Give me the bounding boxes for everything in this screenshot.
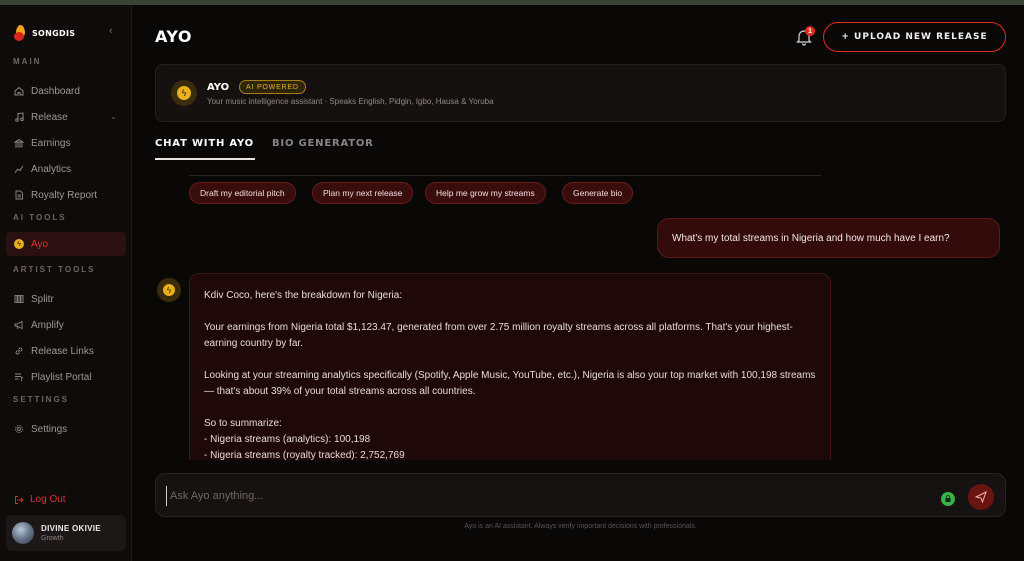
attachment-icon[interactable] bbox=[941, 492, 955, 506]
avatar bbox=[12, 522, 34, 544]
section-label-main: MAIN bbox=[13, 57, 42, 66]
sidebar-item-analytics[interactable]: Analytics bbox=[6, 157, 126, 181]
trend-line-icon bbox=[14, 165, 24, 173]
active-tab-indicator bbox=[155, 158, 255, 160]
message-bullet: - Nigeria streams (analytics): 100,198 bbox=[204, 434, 371, 445]
ai-powered-badge: AI POWERED bbox=[239, 80, 306, 94]
ayo-avatar: ϟ bbox=[171, 80, 197, 106]
sidebar-item-royalty-report[interactable]: Royalty Report bbox=[6, 183, 126, 207]
user-message: What's my total streams in Nigeria and h… bbox=[657, 218, 1000, 258]
sidebar-item-settings[interactable]: Settings bbox=[6, 417, 126, 441]
sidebar-item-label: Release Links bbox=[31, 345, 94, 357]
assistant-description: Your music intelligence assistant · Spea… bbox=[207, 97, 494, 106]
message-paragraph: Your earnings from Nigeria total $1,123.… bbox=[204, 322, 793, 349]
section-label-settings: SETTINGS bbox=[13, 395, 70, 404]
home-icon bbox=[14, 86, 24, 96]
gear-icon bbox=[15, 425, 23, 433]
tab-bio-generator[interactable]: BIO GENERATOR bbox=[272, 138, 374, 149]
sidebar-item-label: Dashboard bbox=[31, 85, 80, 97]
lightning-bolt-icon: ϟ bbox=[177, 86, 191, 100]
assistant-name: AYO bbox=[207, 82, 230, 93]
sidebar-item-label: Royalty Report bbox=[31, 189, 98, 201]
user-profile-card[interactable]: DIVINE OKIVIE Growth bbox=[6, 515, 126, 551]
sidebar-item-label: Playlist Portal bbox=[31, 371, 92, 383]
section-label-artist-tools: ARTIST TOOLS bbox=[13, 265, 96, 274]
suggestion-chip-editorial-pitch[interactable]: Draft my editorial pitch bbox=[189, 182, 296, 204]
tab-chat-with-ayo[interactable]: CHAT WITH AYO bbox=[155, 138, 254, 149]
playlist-icon bbox=[15, 373, 24, 381]
page-title: AYO bbox=[155, 27, 192, 46]
sidebar-item-label: Analytics bbox=[31, 163, 72, 175]
suggestion-chip-plan-release[interactable]: Plan my next release bbox=[312, 182, 414, 204]
sidebar-item-release-links[interactable]: Release Links bbox=[6, 339, 126, 363]
message-bullet: - Nigeria streams (royalty tracked): 2,7… bbox=[204, 450, 405, 460]
sidebar-item-playlist-portal[interactable]: Playlist Portal bbox=[6, 365, 126, 389]
logout-label: Log Out bbox=[30, 494, 66, 505]
sidebar-item-label: Release bbox=[31, 111, 68, 123]
chat-input[interactable] bbox=[166, 486, 906, 506]
sidebar-item-ayo[interactable]: ϟ Ayo bbox=[6, 232, 126, 256]
suggestion-chip-grow-streams[interactable]: Help me grow my streams bbox=[425, 182, 546, 204]
sidebar-item-earnings[interactable]: Earnings bbox=[6, 131, 126, 155]
sidebar-item-label: Amplify bbox=[31, 319, 64, 331]
divider bbox=[189, 175, 821, 176]
sidebar-item-label: Splitr bbox=[31, 293, 54, 305]
assistant-message: Kdiv Coco, here's the breakdown for Nige… bbox=[189, 273, 831, 460]
sidebar-item-label: Earnings bbox=[31, 137, 71, 149]
sidebar-item-amplify[interactable]: Amplify bbox=[6, 313, 126, 337]
send-icon bbox=[975, 491, 987, 503]
disclaimer-text: Ayo is an AI assistant. Always verify im… bbox=[464, 523, 697, 530]
user-tier: Growth bbox=[41, 535, 64, 542]
sidebar-item-label: Settings bbox=[31, 423, 68, 435]
user-name: DIVINE OKIVIE bbox=[41, 524, 101, 533]
sidebar-item-splitr[interactable]: Splitr bbox=[6, 287, 126, 311]
ayo-avatar: ϟ bbox=[157, 278, 181, 302]
assistant-info-card: ϟ AYO AI POWERED Your music intelligence… bbox=[155, 64, 1006, 122]
chat-input-bar bbox=[155, 473, 1006, 517]
megaphone-icon bbox=[14, 320, 23, 330]
upload-new-release-button[interactable]: + UPLOAD NEW RELEASE bbox=[823, 22, 1006, 52]
sidebar-item-dashboard[interactable]: Dashboard bbox=[6, 79, 126, 103]
document-icon bbox=[15, 190, 23, 200]
ayo-bolt-icon: ϟ bbox=[14, 239, 24, 249]
bank-icon bbox=[14, 138, 24, 148]
chevron-left-icon[interactable]: ‹ bbox=[109, 25, 113, 37]
songdis-logo-icon bbox=[14, 25, 28, 41]
lightning-bolt-icon: ϟ bbox=[163, 284, 175, 296]
message-paragraph: Looking at your streaming analytics spec… bbox=[204, 370, 816, 397]
chevron-down-icon[interactable]: ⌄ bbox=[110, 112, 117, 121]
logout-icon bbox=[15, 495, 24, 504]
send-button[interactable] bbox=[968, 484, 994, 510]
link-icon bbox=[15, 347, 23, 355]
section-label-ai-tools: AI TOOLS bbox=[13, 213, 67, 222]
message-paragraph: So to summarize: bbox=[204, 418, 282, 429]
message-paragraph: Kdiv Coco, here's the breakdown for Nige… bbox=[204, 290, 403, 301]
notification-badge: 1 bbox=[805, 26, 815, 36]
sidebar: SONGDIS ‹ MAIN Dashboard Release ⌄ Earni… bbox=[0, 5, 132, 561]
window-top-strip bbox=[0, 0, 1024, 5]
logout-button[interactable]: Log Out bbox=[14, 494, 66, 505]
brand[interactable]: SONGDIS bbox=[14, 23, 75, 43]
brand-name: SONGDIS bbox=[32, 28, 76, 38]
chat-thread[interactable]: Draft my editorial pitch Plan my next re… bbox=[155, 162, 1006, 460]
split-columns-icon bbox=[14, 295, 24, 303]
music-note-icon bbox=[15, 112, 24, 122]
sidebar-item-release[interactable]: Release ⌄ bbox=[6, 105, 126, 129]
suggestion-chip-generate-bio[interactable]: Generate bio bbox=[562, 182, 634, 204]
sidebar-item-label: Ayo bbox=[31, 238, 49, 250]
